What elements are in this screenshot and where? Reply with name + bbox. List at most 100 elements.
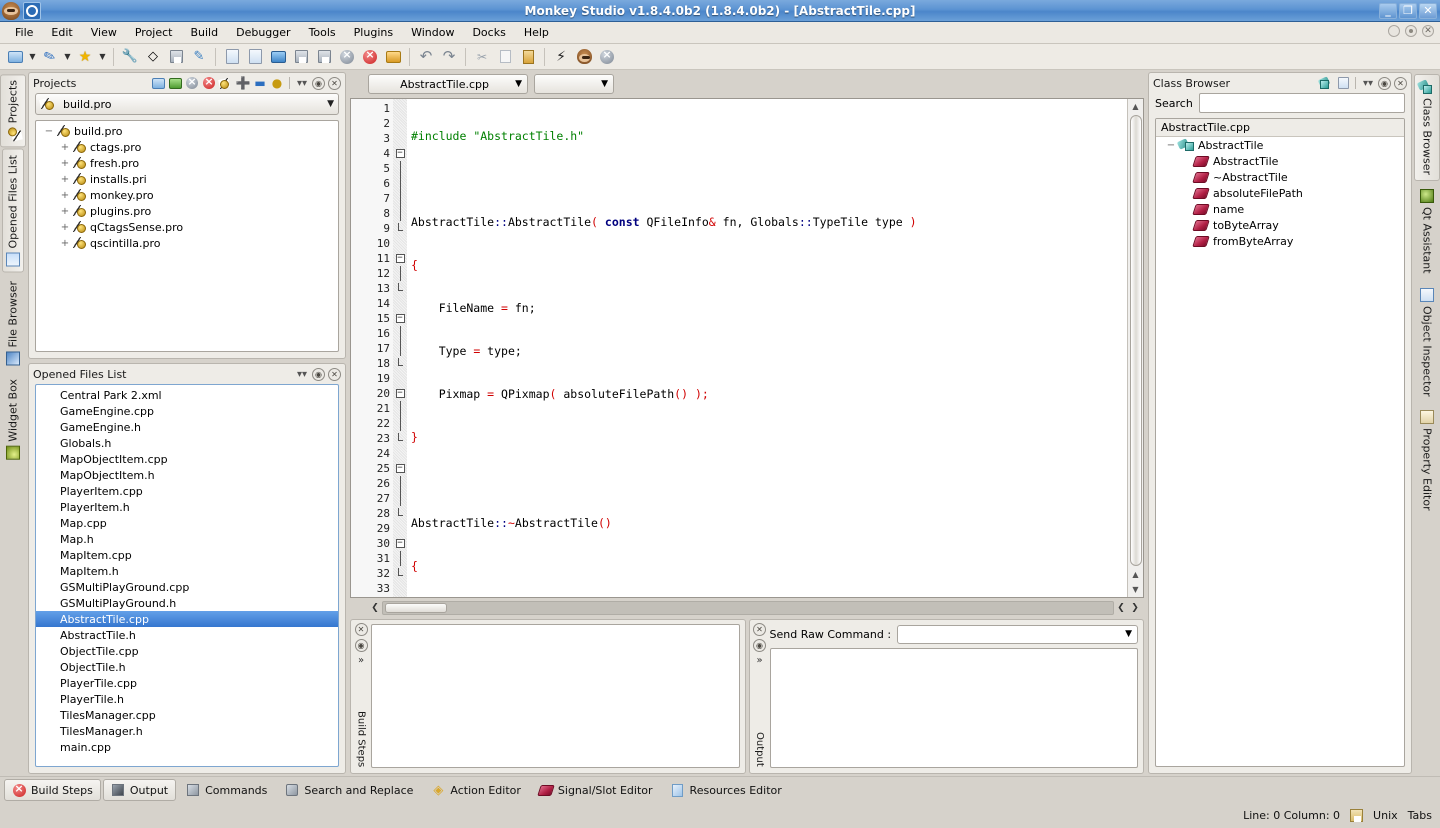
menu-docks[interactable]: Docks (463, 24, 514, 41)
tree-row[interactable]: − build.pro (36, 123, 338, 139)
tree-row[interactable]: AbstractTile (1156, 153, 1404, 169)
copy-icon[interactable] (494, 46, 516, 68)
chevrons-right-icon[interactable]: » (756, 655, 762, 666)
new-file-icon[interactable] (221, 46, 243, 68)
scroll-thumb[interactable] (1129, 115, 1142, 566)
editor-symbol-combo[interactable]: ▼ (534, 74, 614, 94)
list-item[interactable]: Map.cpp (36, 515, 338, 531)
close-icon[interactable]: ✕ (328, 367, 341, 381)
list-item[interactable]: main.cpp (36, 739, 338, 755)
tab-signal-slot-editor[interactable]: Signal/Slot Editor (531, 779, 661, 801)
scroll-track[interactable] (1128, 114, 1144, 567)
close-file-icon[interactable] (336, 46, 358, 68)
sidebar-tab-qt-assistant[interactable]: Qt Assistant (1416, 183, 1438, 280)
list-item[interactable]: GameEngine.h (36, 419, 338, 435)
redo-icon[interactable]: ↷ (438, 46, 460, 68)
menu-plugins[interactable]: Plugins (345, 24, 402, 41)
editor-vertical-scrollbar[interactable]: ▲ ▲ ▼ (1127, 99, 1143, 597)
tree-expander[interactable]: + (58, 222, 72, 233)
tree-expander[interactable]: + (58, 206, 72, 217)
remove-project-icon[interactable] (202, 75, 216, 90)
chevron-down-icon[interactable]: ▼ (1125, 629, 1132, 639)
paste-icon[interactable] (517, 46, 539, 68)
list-item[interactable]: GameEngine.cpp (36, 403, 338, 419)
tree-expander[interactable]: + (58, 142, 72, 153)
list-item[interactable]: TilesManager.h (36, 723, 338, 739)
tree-row[interactable]: name (1156, 201, 1404, 217)
menu-build[interactable]: Build (181, 24, 227, 41)
projects-tree[interactable]: − build.pro + ctags.pro + fresh.pro + in… (35, 120, 339, 352)
list-item[interactable]: Globals.h (36, 435, 338, 451)
sidebar-tab-class-browser[interactable]: Class Browser (1414, 74, 1440, 182)
scroll-down-icon[interactable]: ▼ (1128, 582, 1144, 597)
float-icon[interactable]: ◉ (312, 76, 325, 90)
send-raw-command-input[interactable]: ▼ (897, 624, 1138, 644)
chevron-down-icon[interactable]: ▼ (27, 52, 38, 61)
build-steps-output[interactable] (371, 624, 740, 768)
class-view-icon[interactable] (1319, 76, 1333, 90)
tree-row[interactable]: fromByteArray (1156, 233, 1404, 249)
menu-help[interactable]: Help (515, 24, 558, 41)
eol-mode[interactable]: Unix (1373, 809, 1398, 822)
scroll-track[interactable] (382, 601, 1114, 615)
list-item[interactable]: AbstractTile.h (36, 627, 338, 643)
scroll-down-icon[interactable]: ▲ (1128, 567, 1144, 582)
list-item[interactable]: MapObjectItem.cpp (36, 451, 338, 467)
list-item-selected[interactable]: AbstractTile.cpp (36, 611, 338, 627)
remove-file-icon[interactable]: ▬ (253, 76, 267, 90)
search-input[interactable] (1198, 93, 1405, 113)
tree-expander[interactable]: + (58, 158, 72, 169)
scroll-right-icon[interactable]: ❯ (1128, 603, 1142, 613)
print-icon[interactable] (382, 46, 404, 68)
window-doc-icon[interactable] (23, 1, 41, 20)
float-icon[interactable]: ◉ (1378, 76, 1391, 90)
project-selector-combo[interactable]: build.pro ▼ (35, 93, 339, 115)
tab-search-and-replace[interactable]: Search and Replace (277, 779, 421, 801)
opened-files-listbox[interactable]: Central Park 2.xml GameEngine.cpp GameEn… (35, 384, 339, 767)
list-item[interactable]: MapItem.h (36, 563, 338, 579)
close-icon[interactable]: ✕ (1394, 76, 1407, 90)
open-project-icon[interactable] (168, 76, 182, 90)
tree-row[interactable]: − AbstractTile (1156, 137, 1404, 153)
close-icon[interactable]: ✕ (354, 623, 368, 636)
editor-file-combo[interactable]: AbstractTile.cpp ▼ (368, 74, 528, 94)
indent-mode[interactable]: Tabs (1408, 809, 1432, 822)
float-icon[interactable]: ◉ (354, 639, 368, 652)
tree-row[interactable]: + qCtagsSense.pro (36, 219, 338, 235)
mdi-close-icon[interactable]: ✕ (1422, 25, 1434, 37)
list-item[interactable]: Central Park 2.xml (36, 387, 338, 403)
list-item[interactable]: PlayerTile.h (36, 691, 338, 707)
save-state-icon[interactable] (1350, 809, 1364, 822)
scroll-left-icon[interactable]: ❮ (1114, 603, 1128, 613)
tree-row[interactable]: + monkey.pro (36, 187, 338, 203)
stop-icon[interactable] (596, 46, 618, 68)
tree-row[interactable]: + qscintilla.pro (36, 235, 338, 251)
code-text[interactable]: #include "AbstractTile.h" AbstractTile::… (407, 99, 1127, 597)
open-file-icon[interactable]: ✎ (39, 46, 61, 68)
list-item[interactable]: MapObjectItem.h (36, 467, 338, 483)
sidebar-tab-property-editor[interactable]: Property Editor (1416, 404, 1438, 517)
tree-expander[interactable]: + (58, 174, 72, 185)
chevrons-down-icon[interactable]: ▾▾ (295, 76, 309, 90)
chevron-down-icon[interactable]: ▼ (62, 52, 73, 61)
list-item[interactable]: TilesManager.cpp (36, 707, 338, 723)
list-item[interactable]: PlayerItem.h (36, 499, 338, 515)
code-folding-margin[interactable]: − − − − − − (393, 99, 407, 597)
favorites-icon[interactable]: ★ (74, 46, 96, 68)
new-project-icon[interactable] (4, 46, 26, 68)
build-settings-icon[interactable] (165, 46, 187, 68)
list-item[interactable]: MapItem.cpp (36, 547, 338, 563)
cut-icon[interactable]: ✂ (471, 46, 493, 68)
tree-row[interactable]: + installs.pri (36, 171, 338, 187)
class-browser-tree[interactable]: AbstractTile.cpp − AbstractTile Abstract… (1155, 118, 1405, 767)
chevrons-down-icon[interactable]: ▾▾ (1361, 76, 1375, 90)
close-all-icon[interactable] (359, 46, 381, 68)
float-icon[interactable]: ◉ (753, 639, 766, 652)
chevron-down-icon[interactable]: ▼ (97, 52, 108, 61)
tab-action-editor[interactable]: ◈ Action Editor (423, 779, 529, 801)
file-view-icon[interactable] (1336, 76, 1350, 90)
list-item[interactable]: Map.h (36, 531, 338, 547)
monkey-icon[interactable] (2, 1, 20, 20)
monkey-icon[interactable] (573, 46, 595, 68)
menu-tools[interactable]: Tools (300, 24, 345, 41)
